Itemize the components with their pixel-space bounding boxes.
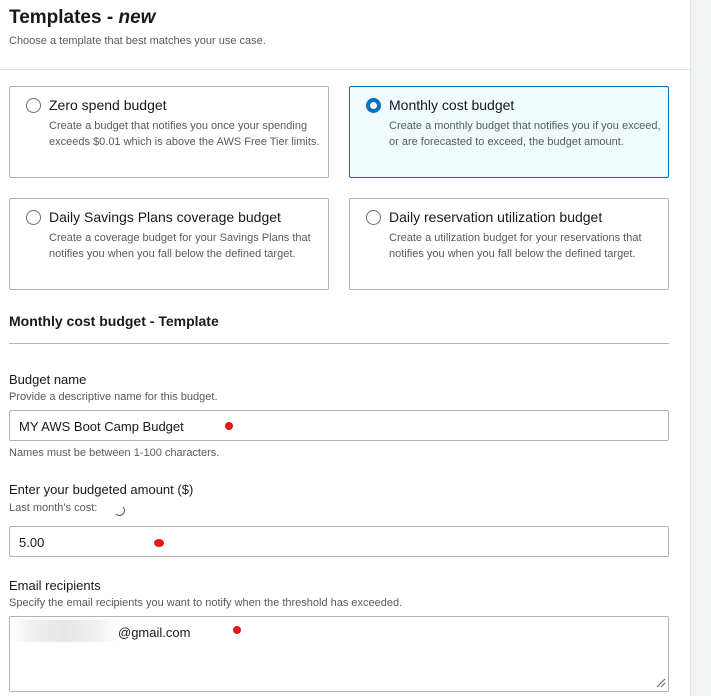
redacted-email-username: [10, 620, 118, 642]
budgeted-amount-label: Enter your budgeted amount ($): [9, 482, 194, 497]
templates-title-text: Templates -: [9, 7, 119, 28]
email-recipients-description: Specify the email recipients you want to…: [9, 597, 403, 609]
annotation-dot: [225, 422, 233, 430]
last-month-cost-label: Last month's cost:: [9, 502, 98, 514]
budget-name-input[interactable]: MY AWS Boot Camp Budget: [9, 410, 669, 441]
card-title: Daily reservation utilization budget: [389, 209, 603, 225]
template-card-savings-plans-coverage[interactable]: Daily Savings Plans coverage budget Crea…: [9, 198, 329, 290]
template-card-monthly-cost[interactable]: Monthly cost budget Create a monthly bud…: [349, 86, 669, 178]
card-description: Create a monthly budget that notifies yo…: [389, 120, 661, 148]
page-scroll-gutter: [690, 0, 711, 696]
loading-spinner-icon: [114, 505, 125, 516]
budget-name-constraint: Names must be between 1-100 characters.: [9, 447, 220, 459]
templates-subtitle: Choose a template that best matches your…: [9, 35, 266, 47]
email-recipients-label: Email recipients: [9, 578, 101, 593]
budget-name-description: Provide a descriptive name for this budg…: [9, 391, 218, 403]
radio-button-icon[interactable]: [26, 98, 41, 113]
annotation-dot: [154, 539, 164, 547]
card-title: Zero spend budget: [49, 97, 167, 113]
card-description: Create a budget that notifies you once y…: [49, 120, 320, 148]
resize-handle-icon[interactable]: [656, 678, 666, 688]
section-title: Monthly cost budget - Template: [9, 313, 219, 329]
card-description: Create a utilization budget for your res…: [389, 232, 642, 260]
budgeted-amount-input[interactable]: 5.00: [9, 526, 669, 557]
email-recipient-domain: @gmail.com: [118, 625, 191, 640]
budget-name-label: Budget name: [9, 372, 87, 387]
template-card-zero-spend[interactable]: Zero spend budget Create a budget that n…: [9, 86, 329, 178]
radio-button-icon[interactable]: [26, 210, 41, 225]
card-title: Monthly cost budget: [389, 97, 515, 113]
radio-button-icon[interactable]: [366, 210, 381, 225]
radio-button-selected-icon[interactable]: [366, 98, 381, 113]
card-description: Create a coverage budget for your Saving…: [49, 232, 311, 260]
annotation-dot: [233, 626, 241, 634]
card-title: Daily Savings Plans coverage budget: [49, 209, 281, 225]
template-card-reservation-utilization[interactable]: Daily reservation utilization budget Cre…: [349, 198, 669, 290]
new-badge: new: [118, 7, 156, 28]
section-divider: [9, 343, 669, 344]
templates-title: Templates - new: [9, 7, 155, 29]
